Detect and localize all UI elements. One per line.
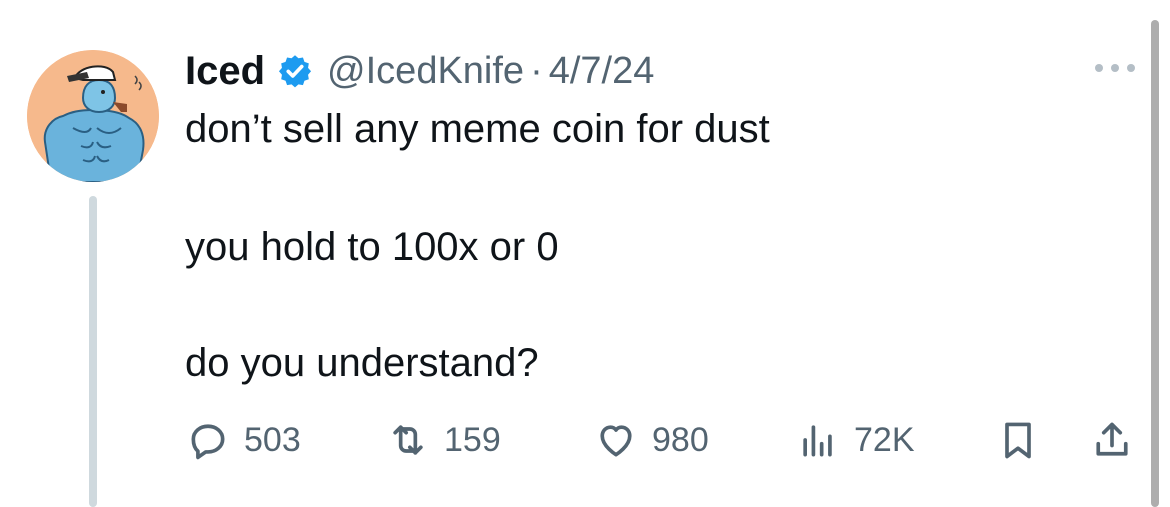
- reply-button[interactable]: 503: [186, 412, 301, 468]
- verified-badge-icon: [278, 55, 312, 88]
- repost-count: 159: [444, 420, 501, 459]
- dot-separator: ·: [530, 49, 543, 92]
- tweet-header: Iced @IcedKnife · 4/7/24: [185, 46, 654, 96]
- author-handle[interactable]: @IcedKnife: [327, 50, 524, 93]
- reply-count: 503: [244, 420, 301, 459]
- like-count: 980: [652, 420, 709, 459]
- like-button[interactable]: 980: [594, 412, 709, 468]
- share-button[interactable]: [1090, 412, 1148, 468]
- repost-button[interactable]: 159: [386, 412, 501, 468]
- bookmark-icon: [1005, 422, 1031, 459]
- tweet-text-line: do you understand?: [185, 341, 539, 385]
- avatar-illustration-icon: [27, 50, 159, 182]
- bar-chart-icon: [803, 425, 832, 457]
- scrollbar[interactable]: [1151, 20, 1159, 507]
- tweet-text-line: you hold to 100x or 0: [185, 225, 559, 269]
- more-horizontal-icon[interactable]: [1090, 56, 1140, 80]
- author-name[interactable]: Iced: [185, 49, 265, 94]
- heart-icon: [600, 425, 632, 457]
- reply-bubble-icon: [191, 424, 225, 460]
- tweet-text-line: don’t sell any meme coin for dust: [185, 107, 770, 151]
- avatar[interactable]: [27, 50, 159, 182]
- views-button[interactable]: 72K: [796, 412, 915, 468]
- bookmark-button[interactable]: [996, 412, 1054, 468]
- share-upload-icon: [1096, 422, 1128, 456]
- tweet-actions: 503 159 980 72K: [0, 412, 1170, 468]
- repost-arrows-icon: [393, 425, 423, 455]
- view-count: 72K: [854, 420, 915, 459]
- tweet-date[interactable]: 4/7/24: [549, 50, 655, 93]
